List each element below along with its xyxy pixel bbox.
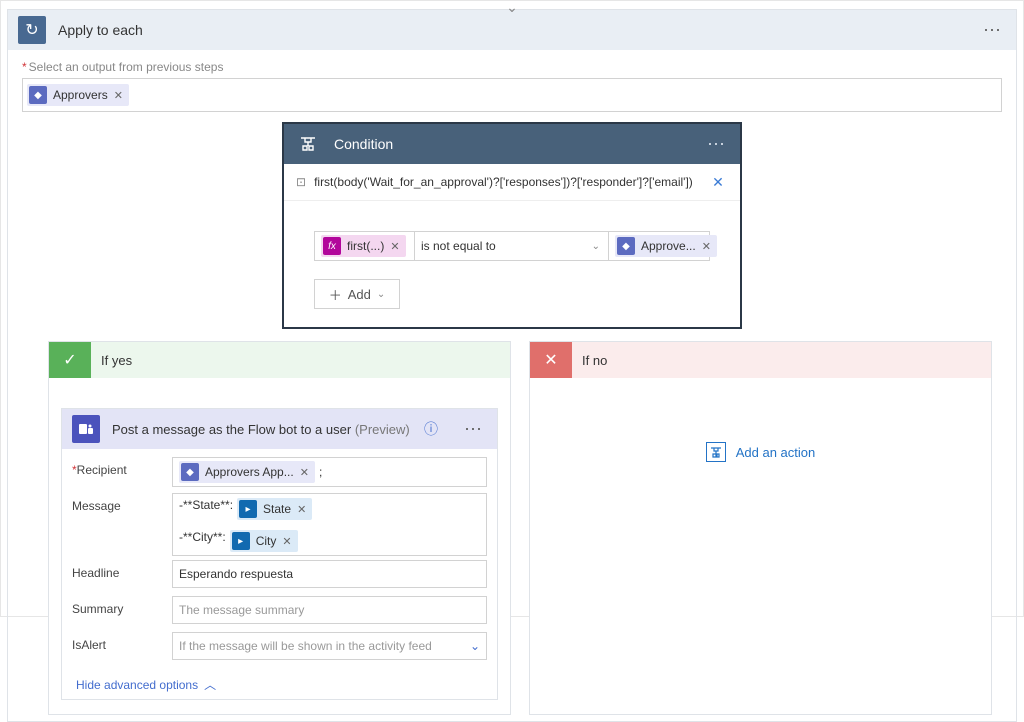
select-output-input[interactable]: ◆ Approvers ✕ xyxy=(22,78,1002,112)
condition-rule-row: fx first(...) ✕ is not equal to ⌄ ◆ Appr… xyxy=(314,231,710,261)
expression-icon: ⊡ xyxy=(296,175,306,189)
summary-label: Summary xyxy=(72,596,172,616)
remove-token-icon[interactable]: ✕ xyxy=(300,466,309,479)
apply-to-each-menu[interactable]: ⋯ xyxy=(979,18,1006,43)
help-icon[interactable]: ⓘ xyxy=(424,419,438,439)
select-output-label: *Select an output from previous steps xyxy=(22,60,1002,74)
condition-header[interactable]: Condition ⋯ xyxy=(284,124,740,164)
condition-left-input[interactable]: fx first(...) ✕ xyxy=(315,232,415,260)
if-no-header: ✕ If no xyxy=(530,342,991,378)
if-yes-branch: ✓ If yes Post a message as the Flow bot … xyxy=(48,341,511,715)
recipient-input[interactable]: ◆ Approvers App... ✕ ; xyxy=(172,457,487,487)
dynamic-icon: ◆ xyxy=(29,86,47,104)
condition-expression[interactable]: first(body('Wait_for_an_approval')?['res… xyxy=(314,175,700,189)
post-message-header[interactable]: Post a message as the Flow bot to a user… xyxy=(62,409,497,449)
isalert-label: IsAlert xyxy=(72,632,172,652)
close-expression-icon[interactable]: ✕ xyxy=(708,172,728,192)
check-icon: ✓ xyxy=(49,342,91,378)
condition-right-input[interactable]: ◆ Approve... ✕ xyxy=(609,232,709,260)
approvers-token[interactable]: ◆ Approvers ✕ xyxy=(27,84,129,106)
add-action-link[interactable]: Add an action xyxy=(530,438,991,466)
message-input[interactable]: -**State**: ▸ State ✕ -**City**: xyxy=(172,493,487,556)
dynamic-icon: ◆ xyxy=(617,237,635,255)
condition-card: Condition ⋯ ⊡ first(body('Wait_for_an_ap… xyxy=(282,122,742,329)
state-token[interactable]: ▸ State ✕ xyxy=(237,498,312,520)
teams-icon xyxy=(72,415,100,443)
if-no-branch: ✕ If no Add an action xyxy=(529,341,992,715)
condition-operator-select[interactable]: is not equal to ⌄ xyxy=(415,232,609,260)
recipient-label: *Recipient xyxy=(72,457,172,477)
if-yes-header: ✓ If yes xyxy=(49,342,510,378)
condition-title: Condition xyxy=(334,136,691,152)
add-condition-button[interactable]: ＋ Add ⌄ xyxy=(314,279,400,309)
remove-token-icon[interactable]: ✕ xyxy=(297,503,306,516)
approvers-token-2: ◆ Approve... ✕ xyxy=(615,235,717,257)
approvers-app-token[interactable]: ◆ Approvers App... ✕ xyxy=(179,461,315,483)
isalert-select[interactable]: If the message will be shown in the acti… xyxy=(172,632,487,660)
loop-icon: ↻ xyxy=(18,16,46,44)
fx-token: fx first(...) ✕ xyxy=(321,235,406,257)
summary-input[interactable]: The message summary xyxy=(172,596,487,624)
remove-fx-icon[interactable]: ✕ xyxy=(390,240,399,253)
if-yes-label: If yes xyxy=(101,353,132,368)
flow-connector-arrow: ⌄ xyxy=(506,0,518,16)
condition-menu[interactable]: ⋯ xyxy=(703,132,730,157)
x-icon: ✕ xyxy=(530,342,572,378)
chevron-up-icon: ︿ xyxy=(204,676,216,693)
apply-to-each-title: Apply to each xyxy=(58,22,967,38)
chevron-down-icon: ⌄ xyxy=(470,639,480,653)
remove-token-icon[interactable]: ✕ xyxy=(702,240,711,253)
message-label: Message xyxy=(72,493,172,513)
plus-icon: ＋ xyxy=(329,285,342,304)
condition-icon xyxy=(294,130,322,158)
file-icon: ▸ xyxy=(239,500,257,518)
city-token[interactable]: ▸ City ✕ xyxy=(230,530,298,552)
condition-expression-row: ⊡ first(body('Wait_for_an_approval')?['r… xyxy=(284,164,740,201)
file-icon: ▸ xyxy=(232,532,250,550)
fx-icon: fx xyxy=(323,237,341,255)
apply-to-each-header[interactable]: ↻ Apply to each ⋯ xyxy=(8,10,1016,50)
chevron-down-icon: ⌄ xyxy=(377,289,385,300)
remove-token-icon[interactable]: ✕ xyxy=(114,89,123,102)
post-message-menu[interactable]: ⋯ xyxy=(460,417,487,442)
headline-label: Headline xyxy=(72,560,172,580)
chevron-down-icon: ⌄ xyxy=(592,241,600,252)
add-action-icon xyxy=(706,442,726,462)
apply-to-each-card: ↻ Apply to each ⋯ *Select an output from… xyxy=(7,9,1017,722)
if-no-label: If no xyxy=(582,353,607,368)
headline-input[interactable]: Esperando respuesta xyxy=(172,560,487,588)
dynamic-icon: ◆ xyxy=(181,463,199,481)
post-message-title: Post a message as the Flow bot to a user… xyxy=(112,422,412,437)
hide-advanced-link[interactable]: Hide advanced options ︿ xyxy=(76,676,216,693)
remove-token-icon[interactable]: ✕ xyxy=(282,535,291,548)
post-message-card: Post a message as the Flow bot to a user… xyxy=(61,408,498,700)
